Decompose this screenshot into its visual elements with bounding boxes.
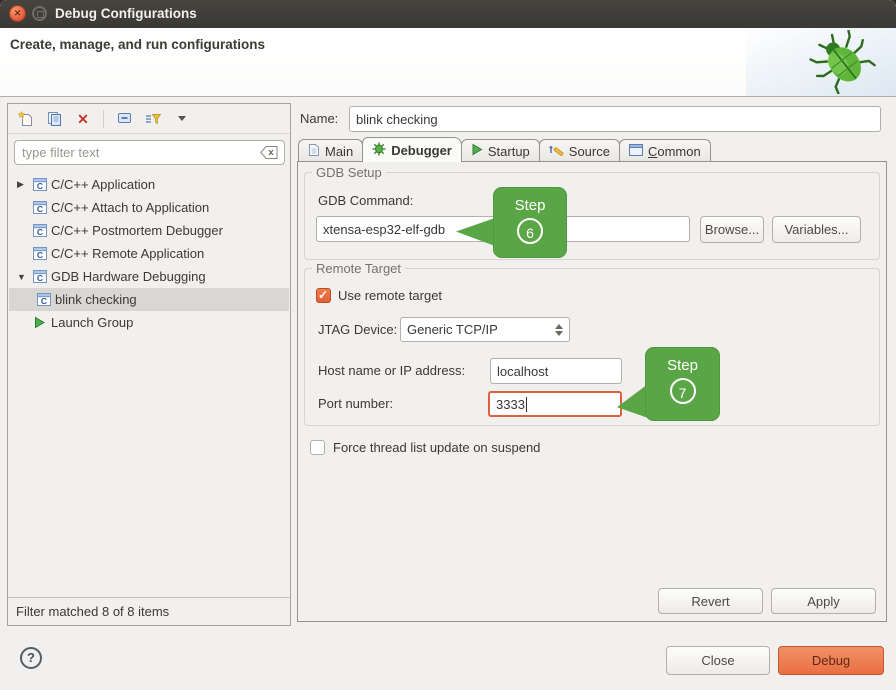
configurations-panel: ✕ C C/C++ Application C C/C++ Attac [7, 103, 291, 626]
step6-callout: Step 6 [493, 187, 567, 258]
tab-source[interactable]: Source [539, 139, 620, 162]
document-icon [308, 143, 320, 160]
tree-item-blink-checking[interactable]: C blink checking [9, 288, 289, 311]
tab-label: Debugger [391, 143, 452, 158]
svg-text:C: C [41, 296, 47, 306]
tree-item-label: GDB Hardware Debugging [51, 269, 206, 284]
spinner-icon[interactable] [555, 324, 563, 336]
revert-button[interactable]: Revert [658, 588, 763, 614]
page-title: Create, manage, and run configurations [10, 37, 265, 52]
debug-configurations-dialog: Debug Configurations Create, manage, and… [0, 0, 896, 690]
tab-label: Common [648, 144, 701, 159]
help-button[interactable]: ? [20, 647, 42, 669]
step6-number: 6 [517, 218, 543, 244]
c-application-icon: C [33, 224, 51, 237]
remote-target-title: Remote Target [312, 261, 405, 276]
toolbar-menu-icon[interactable] [173, 110, 191, 128]
bug-icon [800, 30, 886, 94]
tree-item-cpp-application[interactable]: C C/C++ Application [9, 173, 289, 196]
gdb-setup-title: GDB Setup [312, 165, 386, 180]
toolbar-separator [103, 110, 104, 128]
host-label: Host name or IP address: [318, 363, 465, 378]
variables-button[interactable]: Variables... [772, 216, 861, 243]
tree-item-gdb-hardware-debugging[interactable]: C GDB Hardware Debugging [9, 265, 289, 288]
tab-label: Source [569, 144, 610, 159]
c-application-icon: C [33, 270, 51, 283]
maximize-window-icon[interactable] [32, 6, 47, 21]
tree-item-launch-group[interactable]: Launch Group [9, 311, 289, 334]
collapse-all-icon[interactable] [115, 110, 133, 128]
port-value: 3333 [496, 397, 525, 412]
configurations-tree: C C/C++ Application C C/C++ Attach to Ap… [9, 171, 289, 596]
tree-item-label: C/C++ Postmortem Debugger [51, 223, 223, 238]
tab-startup[interactable]: Startup [461, 139, 540, 162]
step7-callout: Step 7 [645, 347, 720, 421]
launch-group-icon [33, 316, 51, 329]
c-application-icon: C [33, 201, 51, 214]
tab-main[interactable]: Main [298, 139, 363, 162]
new-configuration-icon[interactable] [16, 110, 34, 128]
configurations-toolbar: ✕ [8, 104, 290, 134]
use-remote-target-label: Use remote target [338, 288, 442, 303]
tab-common[interactable]: Common [619, 139, 711, 162]
name-label: Name: [300, 111, 338, 126]
clear-filter-icon[interactable] [260, 146, 278, 164]
tree-item-label: Launch Group [51, 315, 133, 330]
step6-title: Step [493, 197, 567, 214]
c-application-icon: C [37, 293, 55, 306]
gdb-command-label: GDB Command: [318, 193, 413, 208]
close-button[interactable]: Close [666, 646, 770, 675]
tree-item-label: blink checking [55, 292, 137, 307]
host-input[interactable] [490, 358, 622, 384]
name-input[interactable] [349, 106, 881, 132]
apply-button[interactable]: Apply [771, 588, 876, 614]
jtag-device-select[interactable]: Generic TCP/IP [400, 317, 570, 342]
window-title: Debug Configurations [55, 0, 197, 28]
tab-debugger[interactable]: Debugger [362, 137, 462, 162]
port-input[interactable]: 3333 [488, 391, 622, 417]
filter-status: Filter matched 8 of 8 items [8, 597, 290, 625]
tab-label: Startup [488, 144, 530, 159]
tree-item-cpp-postmortem[interactable]: C C/C++ Postmortem Debugger [9, 219, 289, 242]
svg-text:C: C [37, 227, 43, 237]
delete-configuration-icon[interactable]: ✕ [74, 110, 92, 128]
browse-button[interactable]: Browse... [700, 216, 764, 243]
tree-item-cpp-remote[interactable]: C C/C++ Remote Application [9, 242, 289, 265]
step7-number: 7 [670, 378, 696, 404]
expander-icon[interactable] [17, 272, 33, 282]
svg-text:C: C [37, 273, 43, 283]
tree-item-label: C/C++ Application [51, 177, 155, 192]
tab-label: Main [325, 144, 353, 159]
tree-item-cpp-attach[interactable]: C C/C++ Attach to Application [9, 196, 289, 219]
svg-text:C: C [37, 204, 43, 214]
c-application-icon: C [33, 247, 51, 260]
force-thread-checkbox[interactable] [310, 440, 325, 455]
svg-text:C: C [37, 250, 43, 260]
source-icon [549, 143, 564, 160]
play-icon [471, 143, 483, 159]
close-window-icon[interactable] [9, 5, 26, 22]
force-thread-label: Force thread list update on suspend [333, 440, 540, 455]
port-label: Port number: [318, 396, 393, 411]
use-remote-target-checkbox[interactable] [316, 288, 331, 303]
c-application-icon: C [33, 178, 51, 191]
tree-item-label: C/C++ Attach to Application [51, 200, 209, 215]
tab-bar: Main Debugger Startup Source Common [298, 138, 710, 162]
debug-button[interactable]: Debug [778, 646, 884, 675]
header-banner: Create, manage, and run configurations [0, 28, 896, 97]
window-table-icon [629, 144, 643, 159]
expander-icon[interactable] [17, 179, 33, 190]
filter-configurations-icon[interactable] [144, 110, 162, 128]
duplicate-configuration-icon[interactable] [45, 110, 63, 128]
tree-item-label: C/C++ Remote Application [51, 246, 204, 261]
filter-input[interactable] [14, 140, 285, 165]
title-bar[interactable]: Debug Configurations [0, 0, 896, 28]
step7-title: Step [645, 357, 720, 374]
text-caret [526, 397, 527, 412]
jtag-device-label: JTAG Device: [318, 322, 397, 337]
debug-bug-icon [372, 142, 386, 159]
jtag-device-value: Generic TCP/IP [407, 322, 498, 337]
svg-text:C: C [37, 181, 43, 191]
